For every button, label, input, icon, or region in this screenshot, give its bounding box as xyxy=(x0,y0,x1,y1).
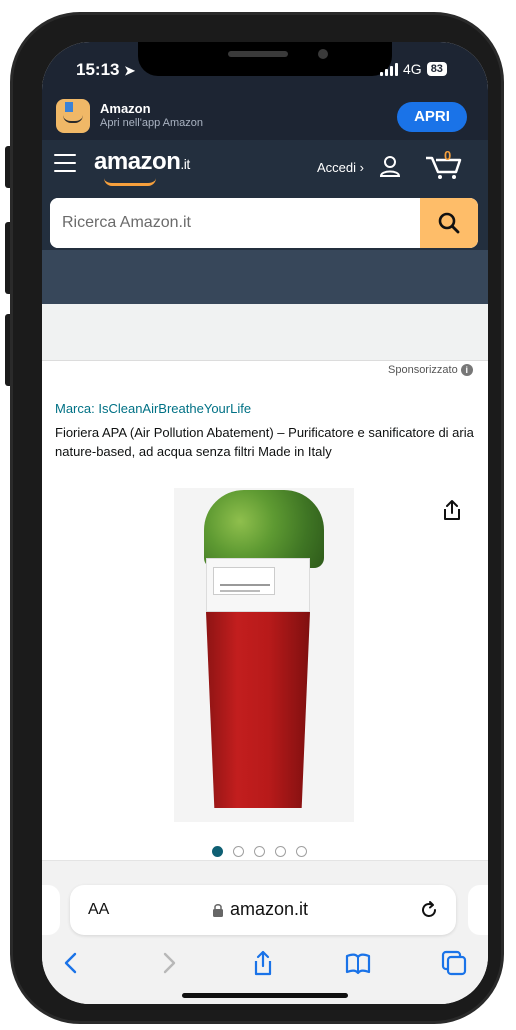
sponsored-label: Sponsorizzato i xyxy=(388,364,473,376)
phone-screen: 15:13 ➤ 4G 83 Amazon Apri nell'app Amazo… xyxy=(42,42,488,1004)
signin-link[interactable]: Accedi › xyxy=(317,160,364,175)
carousel-dot[interactable] xyxy=(212,846,223,857)
signal-icon xyxy=(380,62,398,76)
reload-icon[interactable] xyxy=(418,899,440,921)
share-icon[interactable] xyxy=(440,498,464,522)
carousel-dot[interactable] xyxy=(296,846,307,857)
app-banner: Amazon Apri nell'app Amazon APRI xyxy=(42,94,488,140)
browser-toolbar: AA amazon.it xyxy=(42,860,488,1004)
plant-foliage xyxy=(204,490,324,568)
carousel-dot[interactable] xyxy=(254,846,265,857)
address-bar[interactable]: AA amazon.it xyxy=(70,885,456,935)
search-box xyxy=(50,198,478,248)
search-section xyxy=(42,192,488,250)
tabs-icon[interactable] xyxy=(440,949,468,977)
open-app-button[interactable]: APRI xyxy=(397,102,467,132)
product-title[interactable]: Fioriera APA (Air Pollution Abatement) –… xyxy=(55,423,475,461)
info-icon[interactable]: i xyxy=(460,364,473,376)
hamburger-icon[interactable] xyxy=(54,154,76,174)
logo-smile xyxy=(104,178,156,186)
app-subtitle: Apri nell'app Amazon xyxy=(100,117,203,129)
delivery-bar xyxy=(42,250,488,304)
next-tab-preview[interactable] xyxy=(468,885,488,935)
search-input[interactable] xyxy=(50,198,418,248)
speaker-grille xyxy=(228,51,288,57)
home-indicator xyxy=(182,993,348,998)
lock-icon xyxy=(213,903,223,917)
app-name: Amazon xyxy=(100,101,151,116)
search-button[interactable] xyxy=(420,198,478,248)
status-indicators: 4G 83 xyxy=(380,61,447,77)
planter-body xyxy=(206,612,310,808)
notch xyxy=(138,42,392,76)
previous-tab-preview[interactable] xyxy=(42,885,60,935)
status-time: 15:13 ➤ xyxy=(76,60,136,79)
image-carousel-dots xyxy=(212,846,307,857)
amazon-header: amazon.it Accedi › 0 xyxy=(42,140,488,192)
share-sheet-icon[interactable] xyxy=(249,949,277,977)
amazon-app-icon xyxy=(56,99,90,133)
location-arrow-icon: ➤ xyxy=(124,63,136,78)
network-type: 4G xyxy=(403,61,422,77)
divider xyxy=(42,360,488,361)
search-icon xyxy=(438,212,460,234)
cart-count: 0 xyxy=(444,148,452,163)
carousel-dot[interactable] xyxy=(275,846,286,857)
text-size-button[interactable]: AA xyxy=(88,901,109,919)
back-icon[interactable] xyxy=(58,949,86,977)
amazon-logo[interactable]: amazon.it xyxy=(94,148,190,176)
user-icon[interactable] xyxy=(378,154,402,178)
status-bar: 15:13 ➤ 4G 83 xyxy=(42,42,488,94)
browser-nav-bar xyxy=(42,949,488,989)
product-brand-link[interactable]: Marca: IsCleanAirBreatheYourLife xyxy=(55,401,251,416)
banner-placeholder xyxy=(42,304,488,360)
battery-icon: 83 xyxy=(426,62,447,76)
carousel-dot[interactable] xyxy=(233,846,244,857)
front-camera xyxy=(318,49,328,59)
bookmarks-icon[interactable] xyxy=(344,949,372,977)
product-image[interactable] xyxy=(174,488,354,822)
url-display[interactable]: amazon.it xyxy=(212,899,308,920)
forward-icon[interactable] xyxy=(154,949,182,977)
planter-top xyxy=(206,558,310,612)
